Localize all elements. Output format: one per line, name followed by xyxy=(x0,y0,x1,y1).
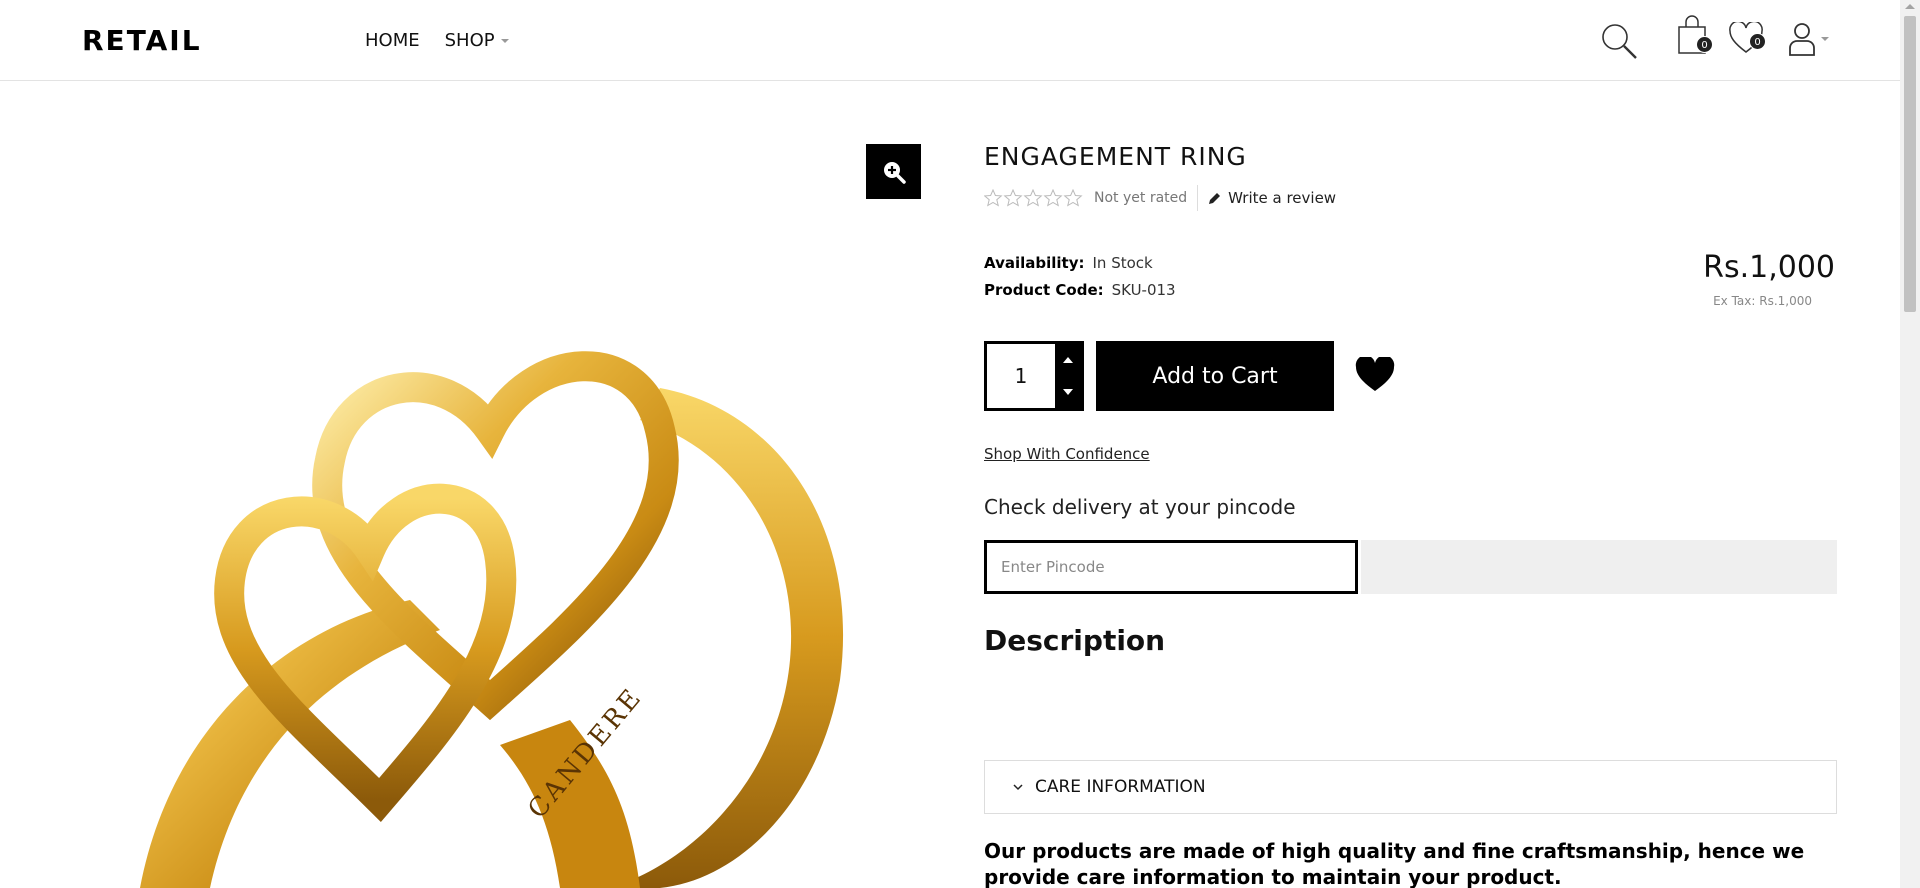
pincode-check-button[interactable] xyxy=(1361,540,1837,594)
nav-home[interactable]: HOME xyxy=(365,30,420,51)
scroll-up-arrow[interactable] xyxy=(1905,4,1915,9)
write-review-label: Write a review xyxy=(1228,189,1337,207)
shop-with-confidence-link[interactable]: Shop With Confidence xyxy=(984,445,1150,463)
quantity-controls xyxy=(1055,344,1081,408)
heart-icon xyxy=(1355,355,1395,391)
product-code-label: Product Code: xyxy=(984,281,1104,299)
care-information-text: Our products are made of high quality an… xyxy=(984,839,1805,888)
user-icon xyxy=(1789,23,1815,56)
write-review-link[interactable]: Write a review xyxy=(1208,189,1336,207)
rating-divider xyxy=(1197,185,1199,211)
availability-value: In Stock xyxy=(1092,254,1153,272)
rating-row: Not yet rated Write a review xyxy=(984,185,1336,211)
site-header: RETAIL HOME SHOP 0 0 xyxy=(0,0,1900,81)
check-delivery-heading: Check delivery at your pincode xyxy=(984,495,1296,519)
search-icon[interactable] xyxy=(1600,22,1638,64)
product-code-value: SKU-013 xyxy=(1111,281,1176,299)
availability-row: Availability: In Stock xyxy=(984,250,1176,277)
wishlist-icon[interactable]: 0 xyxy=(1728,20,1766,58)
site-logo[interactable]: RETAIL xyxy=(82,24,202,57)
account-menu[interactable] xyxy=(1787,21,1829,57)
quantity-input[interactable] xyxy=(987,344,1055,408)
pencil-icon xyxy=(1209,192,1221,204)
quantity-decrease-button[interactable] xyxy=(1063,389,1073,395)
pincode-input[interactable] xyxy=(984,540,1358,594)
zoom-in-icon xyxy=(883,161,906,184)
product-image[interactable]: CANDERE xyxy=(140,300,850,888)
zoom-button[interactable] xyxy=(866,144,921,199)
cart-count-badge: 0 xyxy=(1696,36,1713,53)
product-code-row: Product Code: SKU-013 xyxy=(984,277,1176,304)
availability-label: Availability: xyxy=(984,254,1085,272)
chevron-down-icon xyxy=(1013,783,1023,790)
nav-home-label: HOME xyxy=(365,30,420,51)
main-nav: HOME SHOP xyxy=(365,30,509,51)
nav-shop[interactable]: SHOP xyxy=(445,30,509,51)
cart-icon[interactable]: 0 xyxy=(1676,14,1713,58)
add-to-cart-button[interactable]: Add to Cart xyxy=(1096,341,1334,411)
quantity-stepper xyxy=(984,341,1084,411)
description-heading: Description xyxy=(984,624,1166,657)
nav-shop-label: SHOP xyxy=(444,30,495,51)
ex-tax-price: Ex Tax: Rs.1,000 xyxy=(1713,294,1812,308)
scroll-thumb[interactable] xyxy=(1904,16,1916,312)
chevron-down-icon xyxy=(500,38,509,43)
chevron-down-icon xyxy=(1821,37,1829,41)
rating-status: Not yet rated xyxy=(1094,190,1188,206)
add-to-wishlist-button[interactable] xyxy=(1355,355,1395,397)
care-information-label: CARE INFORMATION xyxy=(1035,777,1206,797)
star-rating[interactable] xyxy=(984,189,1084,207)
product-meta: Availability: In Stock Product Code: SKU-0… xyxy=(984,250,1176,304)
wishlist-count-badge: 0 xyxy=(1749,33,1766,50)
product-title: ENGAGEMENT RING xyxy=(984,142,1247,171)
star-icons xyxy=(984,189,1083,207)
page-scrollbar[interactable] xyxy=(1900,0,1920,888)
quantity-increase-button[interactable] xyxy=(1063,357,1073,363)
care-information-accordion[interactable]: CARE INFORMATION xyxy=(984,760,1837,814)
product-price: Rs.1,000 xyxy=(1703,250,1835,285)
